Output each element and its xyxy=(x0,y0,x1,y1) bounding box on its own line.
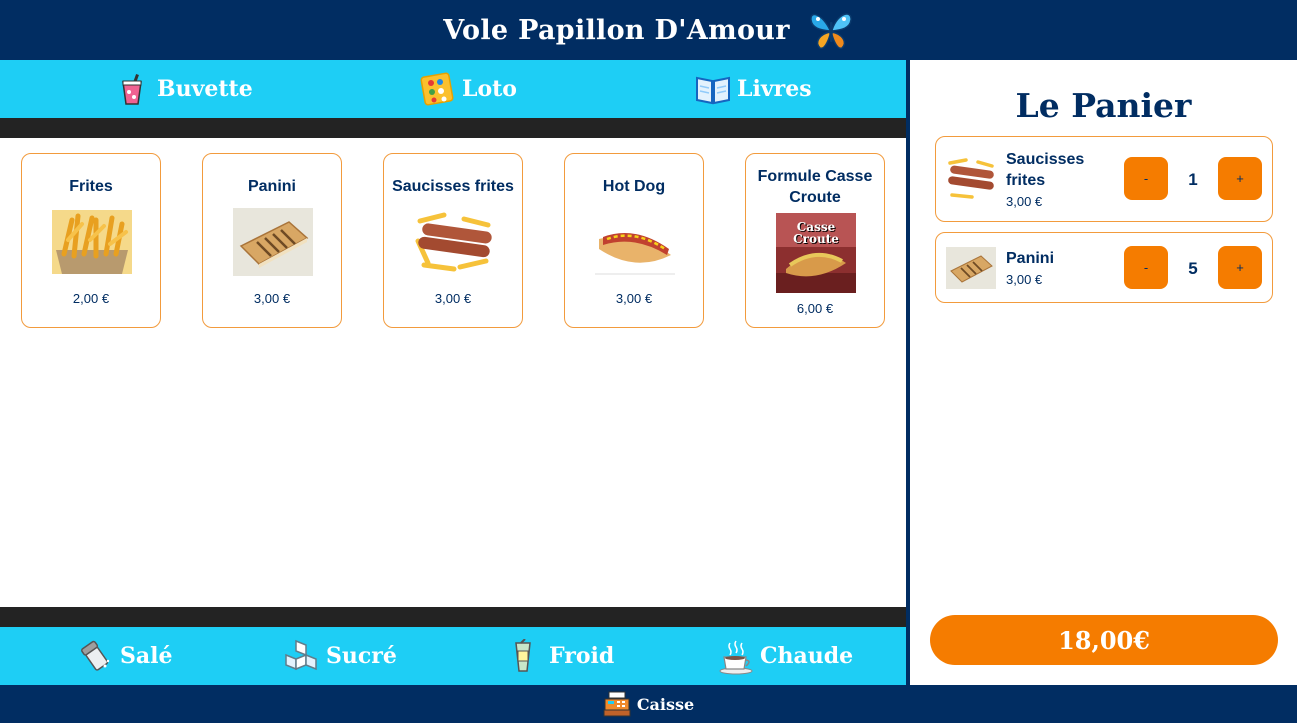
tab-label: Froid xyxy=(549,643,615,669)
sausage-fries-image xyxy=(414,211,494,273)
bingo-card-icon xyxy=(420,72,454,106)
product-price: 3,00 € xyxy=(253,291,291,306)
decrease-quantity-button[interactable]: - xyxy=(1124,246,1168,289)
product-name: Formule Casse Croute xyxy=(757,168,873,206)
tab-froid[interactable]: Froid xyxy=(507,627,614,685)
increase-quantity-button[interactable]: + xyxy=(1218,157,1262,200)
product-name: Panini xyxy=(247,178,296,195)
decrease-quantity-button[interactable]: - xyxy=(1124,157,1168,200)
cart-item-price: 3,00 € xyxy=(1006,272,1043,287)
tab-label: Loto xyxy=(462,76,517,102)
cart-item-quantity: 1 xyxy=(1188,170,1198,189)
cart-panel: Le Panier Saucisses frites 3,00 € - 1 + xyxy=(910,60,1297,685)
tab-label: Livres xyxy=(737,76,812,102)
open-book-icon xyxy=(695,72,730,106)
product-price: 6,00 € xyxy=(796,301,834,316)
butterfly-icon xyxy=(808,8,854,52)
product-card-saucisses-frites[interactable]: Saucisses frites 3,00 € xyxy=(383,153,523,328)
hot-cup-icon xyxy=(718,639,753,675)
product-price: 2,00 € xyxy=(72,291,110,306)
hot-dog-image xyxy=(595,209,675,275)
tab-sucre[interactable]: Sucré xyxy=(284,627,397,685)
sausage-fries-thumbnail xyxy=(946,157,996,199)
cart-item-quantity: 5 xyxy=(1188,259,1198,278)
increase-quantity-button[interactable]: + xyxy=(1218,246,1262,289)
bottom-divider-band xyxy=(0,607,906,627)
product-price: 3,00 € xyxy=(615,291,653,306)
product-card-hot-dog[interactable]: Hot Dog 3,00 € xyxy=(564,153,704,328)
cart-title: Le Panier xyxy=(1015,86,1192,125)
tab-loto[interactable]: Loto xyxy=(420,60,517,118)
cart-item-name: Panini xyxy=(1006,250,1055,267)
tab-sale[interactable]: Salé xyxy=(78,627,173,685)
cold-drink-icon xyxy=(507,638,541,673)
panini-image xyxy=(233,208,313,276)
sugar-cubes-icon xyxy=(284,639,318,673)
product-name: Hot Dog xyxy=(602,178,666,195)
app-title: Vole Papillon D'Amour xyxy=(443,14,790,46)
subcategory-tabs: Salé Sucré Froid Chaude xyxy=(0,627,906,685)
cart-item-panini: Panini 3,00 € - 5 + xyxy=(935,232,1273,303)
checkout-footer[interactable]: Caisse xyxy=(0,685,1297,723)
product-name: Frites xyxy=(69,178,113,195)
panini-thumbnail xyxy=(946,247,996,289)
drink-cup-icon xyxy=(115,72,149,106)
tab-chaude[interactable]: Chaude xyxy=(718,627,853,685)
category-tabs: Buvette Loto Livres xyxy=(0,60,906,118)
fries-image xyxy=(52,210,132,274)
salt-shaker-icon xyxy=(78,639,112,673)
tab-label: Buvette xyxy=(157,76,253,102)
catalog-panel: Buvette Loto Livres Frites 2,00 € Panini… xyxy=(0,60,906,685)
tab-buvette[interactable]: Buvette xyxy=(115,60,253,118)
cart-item-name: Saucisses frites xyxy=(1006,151,1085,189)
product-card-frites[interactable]: Frites 2,00 € xyxy=(21,153,161,328)
cart-item-price: 3,00 € xyxy=(1006,194,1043,209)
casse-croute-logo-text: Casse Croute xyxy=(793,220,839,246)
product-card-formule-casse-croute[interactable]: Formule Casse Croute 6,00 € Casse Croute xyxy=(745,153,885,328)
product-name: Saucisses frites xyxy=(392,178,514,195)
product-price: 3,00 € xyxy=(434,291,472,306)
app-header: Vole Papillon D'Amour xyxy=(0,0,1297,60)
tab-label: Salé xyxy=(120,643,173,669)
cash-register-icon xyxy=(603,691,631,717)
product-card-panini[interactable]: Panini 3,00 € xyxy=(202,153,342,328)
tab-livres[interactable]: Livres xyxy=(695,60,812,118)
top-divider-band xyxy=(0,118,906,138)
tab-label: Sucré xyxy=(326,643,397,669)
cart-total-button[interactable]: 18,00€ xyxy=(930,615,1278,665)
cart-item-saucisses-frites: Saucisses frites 3,00 € - 1 + xyxy=(935,136,1273,222)
tab-label: Chaude xyxy=(760,643,854,669)
checkout-label: Caisse xyxy=(636,694,695,714)
